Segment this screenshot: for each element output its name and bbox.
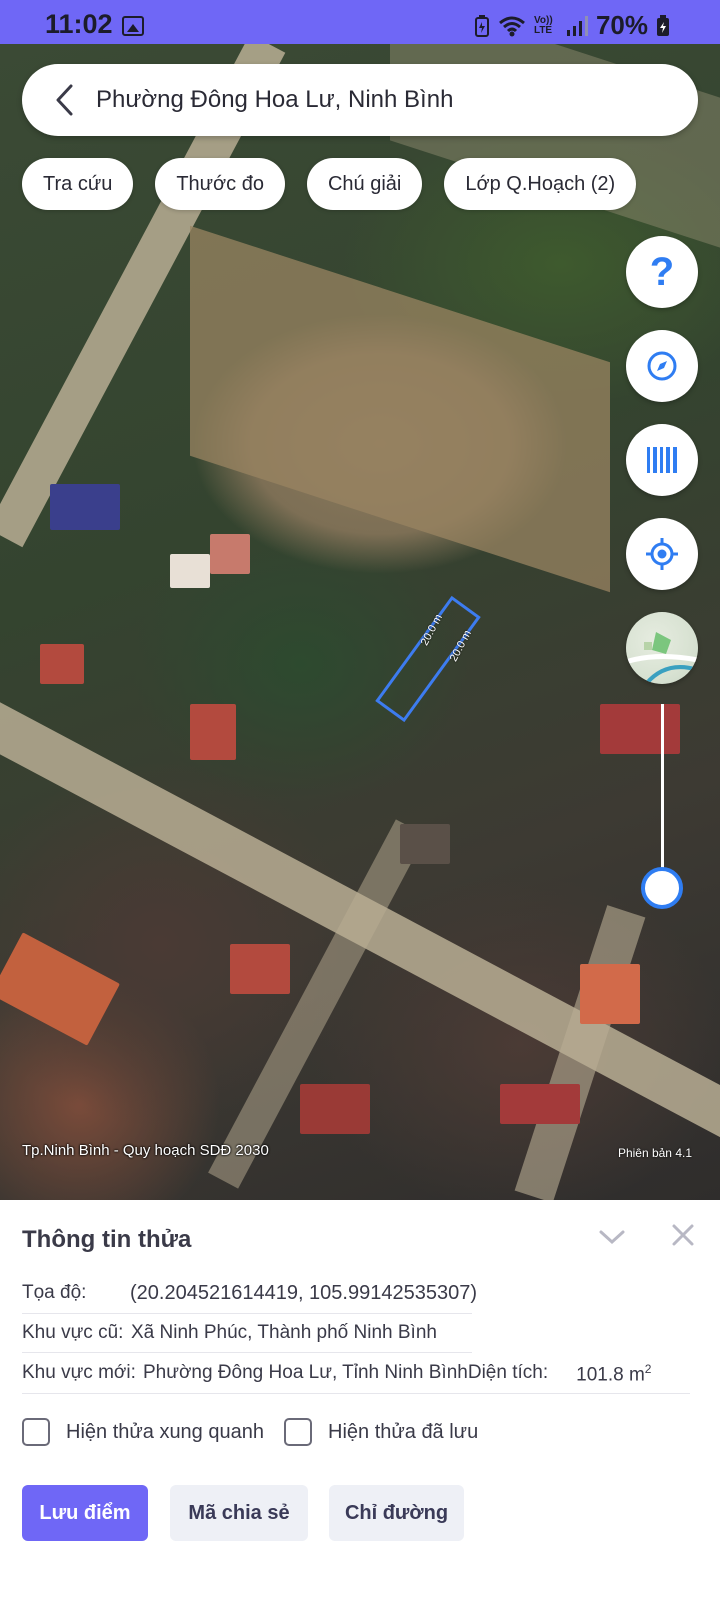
status-time: 11:02 [45,9,113,39]
building-roof [580,964,640,1024]
coordinates-value[interactable]: (20.204521614419, 105.99142535307) [130,1282,477,1305]
building-roof [170,554,210,588]
signal-icon [566,15,588,36]
new-area-row: Khu vực mới: Phường Đông Hoa Lư, Tỉnh Ni… [22,1362,651,1386]
row-divider [22,1313,472,1314]
version-label: Phiên bản 4.1 [617,1146,692,1160]
building-roof [0,932,120,1046]
save-point-button[interactable]: Lưu điểm [22,1485,148,1541]
building-roof [190,704,236,760]
area-size-number: 101.8 m [576,1364,645,1386]
barcode-icon [647,447,677,473]
share-code-button[interactable]: Mã chia sẻ [170,1485,308,1541]
building-roof [600,704,680,754]
chip-lookup[interactable]: Tra cứu [22,158,134,210]
show-surrounding-toggle[interactable]: Hiện thửa xung quanh [22,1418,264,1446]
my-location-button[interactable] [626,518,698,590]
satellite-map[interactable]: 20.0 m 20.0 m [0,44,720,1200]
chip-legend[interactable]: Chú giải [306,158,423,210]
chip-measure[interactable]: Thước đo [155,158,285,210]
coordinates-row: Tọa độ: (20.204521614419, 105.9914253530… [22,1282,477,1305]
close-icon[interactable] [668,1220,698,1250]
basemap-thumbnail-icon [626,632,698,684]
image-notification-icon [122,16,144,36]
barcode-scan-button[interactable] [626,424,698,496]
building-roof [40,644,84,684]
collapse-chevron-icon[interactable] [597,1222,627,1252]
area-size-unit-exponent: 2 [644,1362,652,1376]
back-arrow-icon[interactable] [44,80,84,120]
battery-percent: 70% [595,10,648,40]
layer-opacity-slider-thumb[interactable] [641,867,683,910]
building-roof [50,484,120,530]
area-size-label: Diện tích: [467,1362,549,1383]
compass-button[interactable] [626,330,698,402]
basemap-switch-button[interactable] [626,612,698,684]
location-text[interactable]: Phường Đông Hoa Lư, Ninh Bình [96,86,453,114]
row-divider [22,1352,472,1353]
building-roof [230,944,290,994]
selected-parcel-outline[interactable] [375,595,481,723]
status-bar: 11:02 Vo)) LTE 70% [0,0,720,44]
status-icons: Vo)) LTE 70% [474,10,670,41]
building-roof [210,534,250,574]
plan-name-label: Tp.Ninh Bình - Quy hoạch SDĐ 2030 [22,1142,269,1159]
wifi-icon [498,16,525,36]
help-button[interactable]: ? [626,236,698,308]
farm-field [190,225,610,593]
building-roof [300,1084,370,1134]
old-area-row: Khu vực cũ: Xã Ninh Phúc, Thành phố Ninh… [22,1322,437,1344]
map-tools-chips: Tra cứu Thước đo Chú giải Lớp Q.Hoạch (2… [22,158,637,210]
crosshair-location-icon [646,538,678,570]
building-roof [400,824,450,864]
directions-button[interactable]: Chỉ đường [329,1485,464,1541]
new-area-value: Phường Đông Hoa Lư, Tỉnh Ninh Bình [143,1362,468,1383]
compass-icon [647,351,677,381]
coordinates-label: Tọa độ: [22,1282,87,1303]
row-divider [22,1393,690,1394]
area-size-value: 101.8 m2 [576,1362,651,1386]
show-saved-label[interactable]: Hiện thửa đã lưu [328,1421,478,1444]
show-surrounding-checkbox[interactable] [22,1418,50,1446]
old-area-label: Khu vực cũ: [22,1322,124,1343]
building-roof [500,1084,580,1124]
chip-planning-layers[interactable]: Lớp Q.Hoạch (2) [444,158,637,210]
old-area-value: Xã Ninh Phúc, Thành phố Ninh Bình [131,1322,437,1343]
battery-saver-icon [474,14,489,37]
sheet-title: Thông tin thửa [22,1226,192,1253]
new-area-label: Khu vực mới: [22,1362,136,1383]
location-search-bar[interactable]: Phường Đông Hoa Lư, Ninh Bình [22,64,698,136]
volte-icon: Vo)) LTE [533,14,553,36]
show-saved-toggle[interactable]: Hiện thửa đã lưu [284,1418,478,1446]
show-surrounding-label[interactable]: Hiện thửa xung quanh [66,1421,264,1444]
battery-charging-icon [657,14,669,36]
show-saved-checkbox[interactable] [284,1418,312,1446]
question-mark-icon: ? [649,249,675,294]
